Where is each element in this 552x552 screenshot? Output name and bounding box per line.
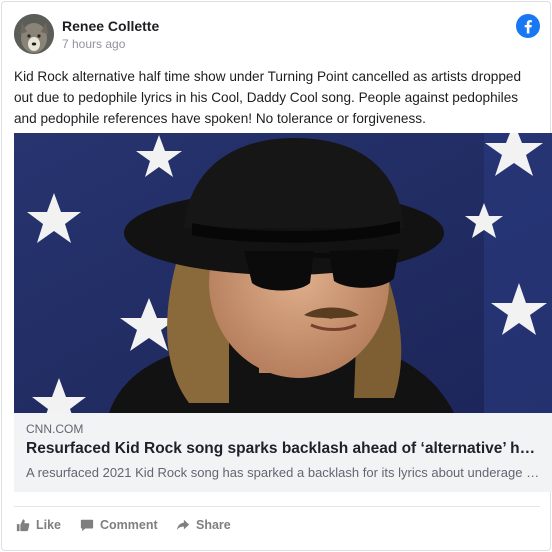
- like-button[interactable]: Like: [16, 518, 61, 532]
- facebook-post-card: Renee Collette 7 hours ago Kid Rock alte…: [1, 1, 552, 551]
- author-name[interactable]: Renee Collette: [62, 18, 159, 34]
- post-header: Renee Collette 7 hours ago: [14, 14, 540, 54]
- facebook-icon[interactable]: [516, 14, 540, 38]
- link-preview-box[interactable]: CNN.COM Resurfaced Kid Rock song sparks …: [14, 413, 552, 492]
- comment-button[interactable]: Comment: [80, 518, 158, 532]
- link-description: A resurfaced 2021 Kid Rock song has spar…: [26, 465, 540, 480]
- share-label: Share: [196, 518, 231, 532]
- post-text: Kid Rock alternative half time show unde…: [14, 69, 522, 126]
- share-button[interactable]: Share: [176, 518, 231, 532]
- actions-divider: [14, 506, 540, 507]
- comment-bubble-icon: [80, 519, 94, 532]
- link-domain: CNN.COM: [26, 422, 84, 436]
- post-timestamp[interactable]: 7 hours ago: [62, 37, 125, 51]
- link-preview-image[interactable]: [14, 133, 552, 413]
- thumbs-up-icon: [16, 519, 30, 532]
- author-avatar[interactable]: [14, 14, 54, 54]
- comment-label: Comment: [100, 518, 158, 532]
- link-title[interactable]: Resurfaced Kid Rock song sparks backlash…: [26, 440, 540, 458]
- share-arrow-icon: [176, 519, 190, 531]
- like-label: Like: [36, 518, 62, 532]
